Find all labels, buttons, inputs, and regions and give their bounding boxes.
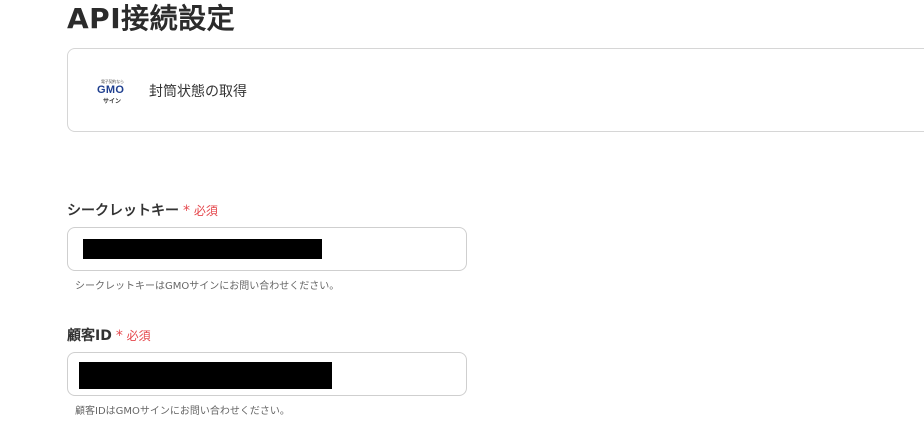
secret-key-label-text: シークレットキー [67,203,179,219]
required-badge: * 必須 [183,203,218,219]
gmo-sign-logo-icon: 電子契約なら GMO サイン [96,79,130,105]
logo-wordmark: GMO [97,84,125,96]
required-asterisk: * [115,328,123,344]
customer-id-helper: 顧客IDはGMOサインにお問い合わせください。 [75,406,290,417]
action-card[interactable]: 電子契約なら GMO サイン 封筒状態の取得 [67,48,924,132]
required-text: 必須 [126,329,151,343]
action-label: 封筒状態の取得 [149,84,247,100]
required-badge: * 必須 [115,328,151,344]
customer-id-redaction [79,362,332,389]
logo-sub: サイン [103,98,122,105]
customer-id-label: 顧客ID * 必須 [67,325,151,345]
secret-key-redaction [83,239,322,259]
required-asterisk: * [183,203,190,219]
secret-key-helper: シークレットキーはGMOサインにお問い合わせください。 [75,281,340,292]
secret-key-label: シークレットキー * 必須 [67,200,218,220]
api-connection-settings-page: API接続設定 電子契約なら GMO サイン 封筒状態の取得 シークレットキー *… [0,0,924,426]
page-title: API接続設定 [67,2,236,35]
required-text: 必須 [193,204,218,218]
customer-id-label-text: 顧客ID [67,328,112,344]
